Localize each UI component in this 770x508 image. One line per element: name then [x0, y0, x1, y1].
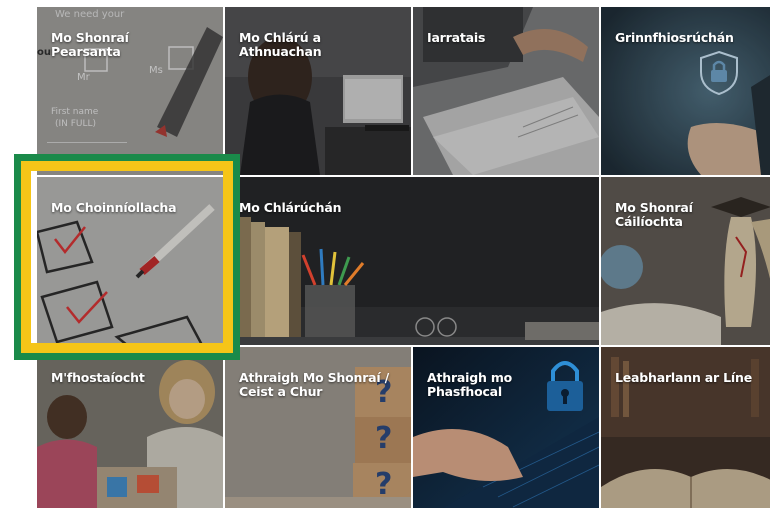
- tile-conditions[interactable]: Mo Choinníollacha: [37, 177, 223, 345]
- tile-label: Iarratais: [427, 30, 486, 45]
- tile-change-password[interactable]: Athraigh mo Phasfhocal: [413, 347, 599, 508]
- tile-label: Mo Chlárú a Athnuachan: [239, 30, 322, 59]
- tile-personal-details[interactable]: We need your our Mr Ms First name (IN FU…: [37, 7, 223, 175]
- tile-qualifications[interactable]: Mo Shonraí Cáilíochta: [601, 177, 770, 345]
- tile-label: M'fhostaíocht: [51, 370, 145, 385]
- tile-requests[interactable]: Iarratais: [413, 7, 599, 175]
- tile-label: Grinnfhiosrúchán: [615, 30, 734, 45]
- tile-label: Athraigh mo Phasfhocal: [427, 370, 513, 399]
- dashboard-grid: We need your our Mr Ms First name (IN FU…: [37, 7, 770, 508]
- tile-label: Mo Shonraí Pearsanta: [51, 30, 129, 59]
- tile-label: Mo Shonraí Cáilíochta: [615, 200, 693, 229]
- tile-change-details[interactable]: ? ? ? Athraigh Mo Shonraí / Ceist a Chur: [225, 347, 411, 508]
- tile-label: Mo Choinníollacha: [51, 200, 177, 215]
- tile-registrations[interactable]: Mo Chlárúchán: [225, 177, 599, 345]
- tile-employment[interactable]: M'fhostaíocht: [37, 347, 223, 508]
- tile-label: Athraigh Mo Shonraí / Ceist a Chur: [239, 370, 389, 399]
- tile-online-library[interactable]: Leabharlann ar Líne: [601, 347, 770, 508]
- tile-label: Mo Chlárúchán: [239, 200, 342, 215]
- tile-renew-registration[interactable]: Mo Chlárú a Athnuachan: [225, 7, 411, 175]
- tile-vetting[interactable]: Grinnfhiosrúchán: [601, 7, 770, 175]
- tile-label: Leabharlann ar Líne: [615, 370, 752, 385]
